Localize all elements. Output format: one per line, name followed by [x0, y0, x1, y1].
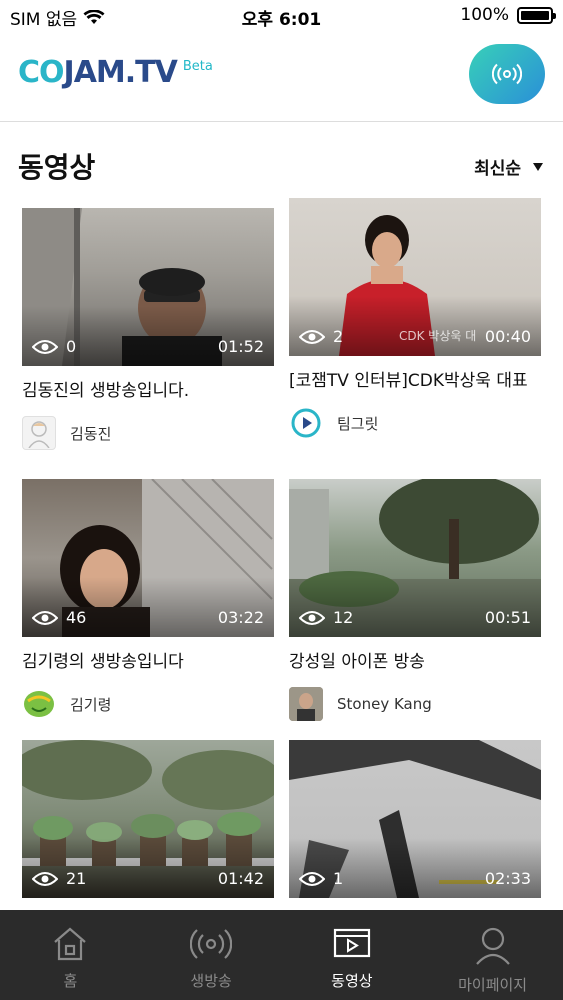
eye-icon	[32, 610, 58, 625]
tab-home[interactable]: 홈	[0, 910, 141, 1000]
view-count-value: 46	[66, 608, 87, 627]
video-thumbnail[interactable]: 1 02:33	[289, 740, 541, 898]
broadcast-icon	[190, 929, 233, 959]
owner-name: 김기령	[70, 695, 112, 714]
video-title[interactable]: 강성일 아이폰 방송	[289, 651, 541, 673]
view-count: 46	[32, 608, 86, 627]
person-icon	[475, 927, 510, 965]
battery-percent: 100%	[460, 5, 509, 25]
video-card[interactable]: 2 CDK 박상욱 대 00:40 [코잼TV 인터뷰]CDK박상욱 대표 팀그…	[289, 198, 541, 440]
eye-icon	[299, 329, 325, 344]
view-count: 12	[299, 608, 353, 627]
status-bar: SIM 없음 오후 6:01 100%	[0, 0, 563, 32]
tab-videos[interactable]: 동영상	[282, 910, 423, 1000]
view-count-value: 0	[66, 337, 77, 356]
video-card[interactable]: 0 01:52 김동진의 생방송입니다. 김동진	[22, 208, 274, 450]
battery-icon	[517, 6, 556, 24]
video-thumbnail[interactable]: 21 01:42	[22, 740, 274, 898]
beta-badge: Beta	[182, 59, 213, 74]
view-count-value: 2	[333, 327, 344, 346]
view-count: 0	[32, 337, 76, 356]
tab-label: 홈	[63, 972, 78, 990]
view-count-value: 21	[66, 869, 87, 888]
avatar	[22, 416, 56, 450]
eye-icon	[32, 339, 58, 354]
video-icon	[333, 928, 370, 958]
view-count: 1	[299, 869, 343, 888]
owner-name: 김동진	[70, 424, 112, 443]
battery-status: 100%	[460, 5, 556, 25]
page-title: 동영상	[18, 151, 96, 184]
video-card[interactable]: 12 00:51 강성일 아이폰 방송 Stoney Kang	[289, 479, 541, 721]
broadcast-icon	[492, 63, 522, 85]
chevron-down-icon	[533, 162, 543, 171]
video-watermark: CDK 박상욱 대	[399, 329, 477, 343]
app-header: COJAM.TV Beta	[0, 32, 563, 122]
video-owner[interactable]: 김동진	[22, 416, 274, 450]
app-logo[interactable]: COJAM.TV Beta	[18, 58, 213, 88]
view-count: 21	[32, 869, 86, 888]
tab-label: 동영상	[331, 972, 373, 990]
view-count-value: 1	[333, 869, 344, 888]
logo-wordmark: COJAM.TV	[18, 55, 178, 90]
video-thumbnail[interactable]: 2 CDK 박상욱 대 00:40	[289, 198, 541, 356]
tab-mypage[interactable]: 마이페이지	[422, 910, 563, 1000]
video-card[interactable]: 21 01:42	[22, 740, 274, 898]
avatar	[289, 406, 323, 440]
video-title[interactable]: 김기령의 생방송입니다	[22, 651, 274, 673]
view-count: 2	[299, 327, 343, 346]
view-count-value: 12	[333, 608, 354, 627]
video-thumbnail[interactable]: 12 00:51	[289, 479, 541, 637]
tab-live[interactable]: 생방송	[141, 910, 282, 1000]
sort-label: 최신순	[474, 159, 521, 179]
avatar	[289, 687, 323, 721]
home-icon	[54, 927, 87, 961]
eye-icon	[299, 871, 325, 886]
go-live-button[interactable]	[469, 44, 545, 104]
video-duration: 02:33	[484, 869, 531, 888]
video-thumbnail[interactable]: 46 03:22	[22, 479, 274, 637]
video-thumbnail[interactable]: 0 01:52	[22, 208, 274, 366]
video-card[interactable]: 1 02:33	[289, 740, 541, 898]
video-owner[interactable]: 팀그릿	[289, 406, 541, 440]
video-duration: 01:42	[217, 869, 264, 888]
avatar	[22, 687, 56, 721]
bottom-tab-bar: 홈 생방송 동영상 마이페이지	[0, 910, 563, 1000]
tab-label: 마이페이지	[458, 976, 528, 994]
video-duration: 00:51	[484, 608, 531, 627]
video-duration: 01:52	[217, 337, 264, 356]
video-duration: 03:22	[217, 608, 264, 627]
video-card[interactable]: 46 03:22 김기령의 생방송입니다 김기령	[22, 479, 274, 721]
owner-name: Stoney Kang	[337, 695, 432, 713]
tab-label: 생방송	[190, 972, 232, 990]
section-header: 동영상 최신순	[0, 140, 563, 190]
sort-dropdown[interactable]: 최신순	[474, 154, 543, 179]
video-title[interactable]: 김동진의 생방송입니다.	[22, 380, 274, 402]
video-title[interactable]: [코잼TV 인터뷰]CDK박상욱 대표	[289, 370, 541, 392]
video-duration: 00:40	[484, 327, 531, 346]
eye-icon	[299, 610, 325, 625]
owner-name: 팀그릿	[337, 414, 379, 433]
video-owner[interactable]: 김기령	[22, 687, 274, 721]
eye-icon	[32, 871, 58, 886]
video-owner[interactable]: Stoney Kang	[289, 687, 541, 721]
